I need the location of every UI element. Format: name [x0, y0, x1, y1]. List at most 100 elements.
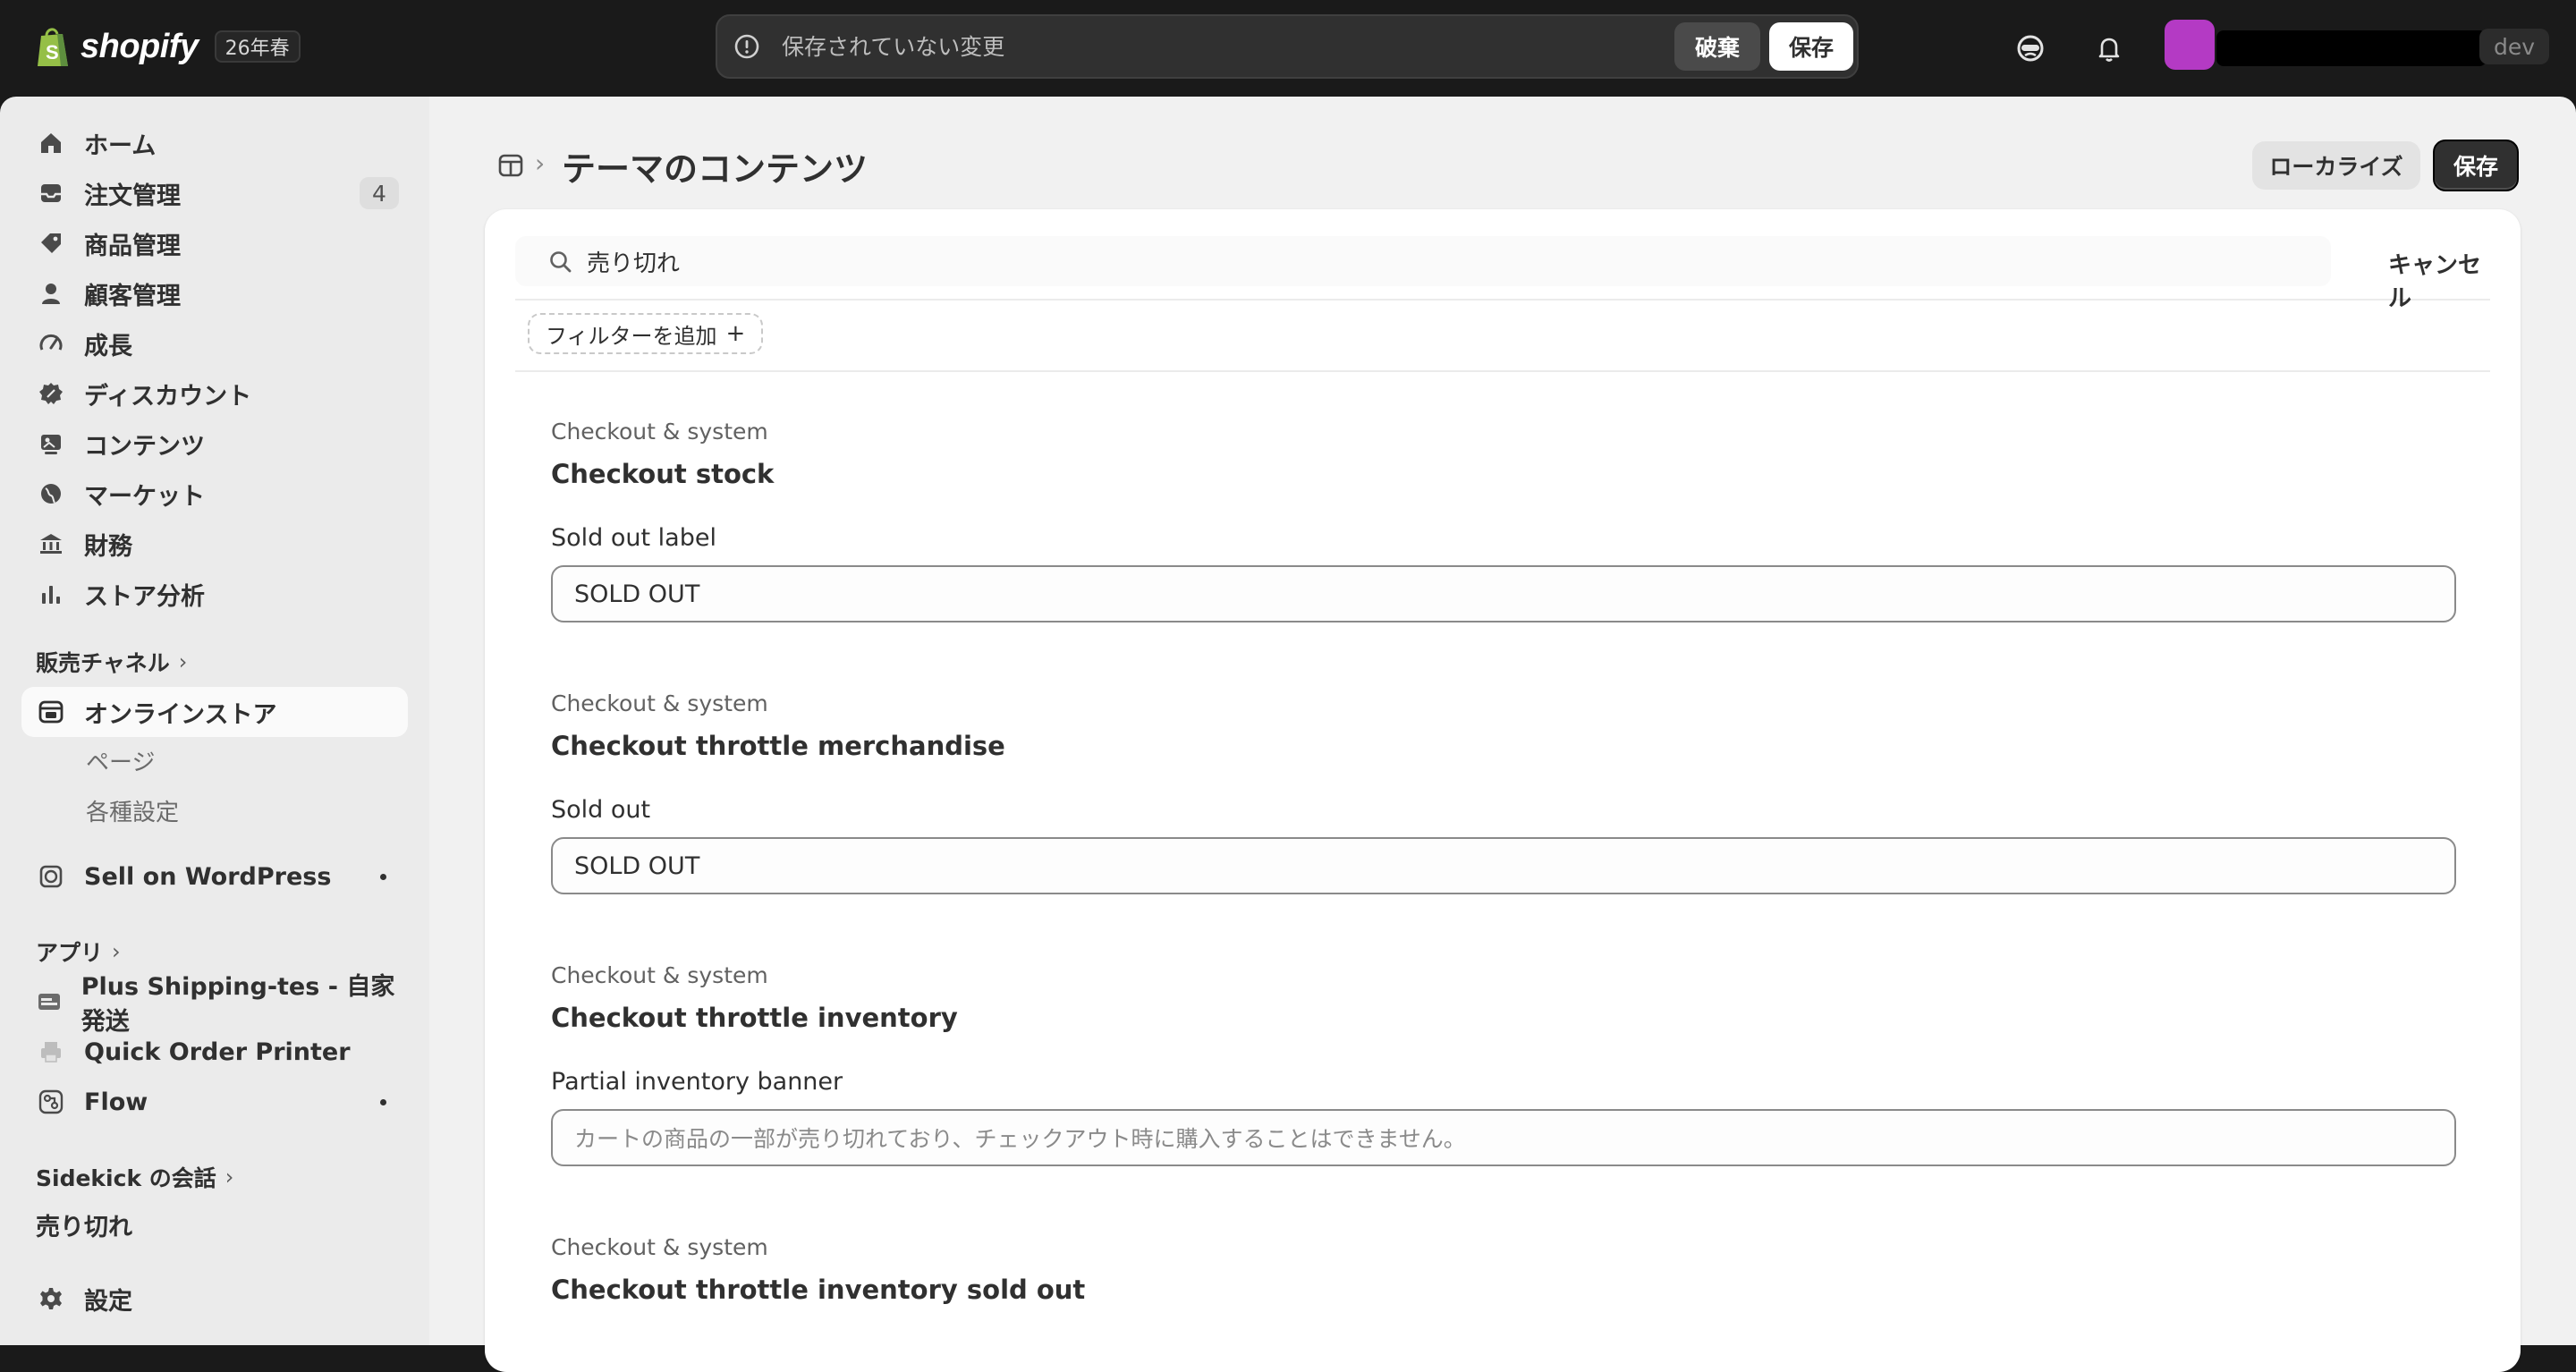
- translation-group: Checkout & system Checkout throttle inve…: [551, 1232, 2456, 1306]
- store-avatar[interactable]: [2165, 20, 2215, 70]
- discard-button[interactable]: 破棄: [1674, 22, 1760, 71]
- sidebar-item-settings[interactable]: 設定: [21, 1274, 408, 1324]
- sidekick-conversation-item[interactable]: 売り切れ: [36, 1207, 132, 1242]
- sidebar-item-home[interactable]: ホーム: [21, 118, 408, 168]
- main-content: › テーマのコンテンツ ローカライズ 保存 キャンセル フィルターを追加 +: [429, 97, 2576, 1372]
- translation-group: Checkout & system Checkout throttle inve…: [551, 961, 2456, 1166]
- group-title: Checkout throttle inventory: [551, 1003, 958, 1033]
- translation-group: Checkout & system Checkout throttle merc…: [551, 689, 2456, 894]
- translation-input[interactable]: SOLD OUT: [551, 837, 2456, 894]
- add-filter-button[interactable]: フィルターを追加 +: [528, 313, 764, 354]
- sidebar-app-flow[interactable]: Flow: [21, 1077, 408, 1127]
- unsaved-changes-text: 保存されていない変更: [782, 34, 1005, 60]
- sidebar-item-label: 顧客管理: [84, 282, 181, 310]
- sales-channels-header[interactable]: 販売チャネル ›: [36, 646, 187, 678]
- sidebar-item-label: ストア分析: [84, 582, 205, 611]
- shopify-wordmark: shopify: [80, 27, 199, 65]
- chevron-right-icon: ›: [178, 649, 188, 674]
- sidebar-item-finance[interactable]: 財務: [21, 519, 408, 569]
- save-button[interactable]: 保存: [1769, 22, 1853, 71]
- translation-input[interactable]: SOLD OUT: [551, 565, 2456, 622]
- group-category: Checkout & system: [551, 690, 768, 716]
- shopify-bag-icon: S: [36, 25, 72, 68]
- online-store-icon[interactable]: [497, 152, 524, 179]
- localize-button[interactable]: ローカライズ: [2252, 141, 2420, 190]
- discount-icon: [36, 378, 66, 409]
- content-icon: [36, 428, 66, 459]
- field-label: Sold out label: [551, 524, 716, 552]
- sidebar-subitem-pages[interactable]: ページ: [86, 744, 155, 777]
- sidebar-item-label: 設定: [84, 1287, 132, 1316]
- sidebar-app-quick-order-printer[interactable]: Quick Order Printer: [21, 1027, 408, 1077]
- field-label: Partial inventory banner: [551, 1068, 843, 1096]
- orders-count-badge: 4: [360, 177, 399, 209]
- add-filter-label: フィルターを追加: [546, 323, 717, 349]
- search-box[interactable]: [515, 236, 2331, 286]
- unread-dot: [380, 1099, 386, 1105]
- sidebar-item-sell-on-wordpress[interactable]: Sell on WordPress: [21, 851, 408, 902]
- group-category: Checkout & system: [551, 1234, 768, 1260]
- page-save-button[interactable]: 保存: [2433, 140, 2519, 191]
- wordpress-channel-icon: [36, 861, 66, 892]
- translation-group: Checkout & system Checkout stock Sold ou…: [551, 417, 2456, 622]
- sidebar-item-products[interactable]: 商品管理: [21, 218, 408, 268]
- sidekick-conversations-header[interactable]: Sidekick の会話 ›: [36, 1161, 233, 1193]
- edition-badge: 26年春: [214, 30, 301, 63]
- sidebar-item-label: Flow: [84, 1088, 148, 1116]
- tag-icon: [36, 228, 66, 258]
- sidebar-item-label: ホーム: [84, 131, 157, 160]
- sidebar-item-label: Quick Order Printer: [84, 1037, 351, 1066]
- sidebar-item-markets[interactable]: マーケット: [21, 469, 408, 519]
- bar-chart-icon: [36, 579, 66, 609]
- shopify-logo[interactable]: S shopify 26年春: [36, 21, 301, 72]
- inbox-icon: [36, 178, 66, 208]
- store-name-redacted[interactable]: [2216, 30, 2487, 66]
- sidebar-item-label: 商品管理: [84, 232, 181, 260]
- group-category: Checkout & system: [551, 962, 768, 988]
- storefront-icon: [36, 697, 66, 727]
- group-title: Checkout stock: [551, 459, 775, 489]
- apps-header[interactable]: アプリ ›: [36, 936, 121, 968]
- sidebar-item-label: 注文管理: [84, 182, 181, 210]
- sidebar-item-growth[interactable]: 成長: [21, 318, 408, 368]
- sidebar-app-plus-shipping[interactable]: Plus Shipping-tes - 自家発送: [21, 973, 408, 1036]
- plus-icon: +: [725, 320, 746, 347]
- sidebar-item-label: 財務: [84, 532, 132, 561]
- group-title: Checkout throttle inventory sold out: [551, 1275, 1086, 1305]
- translation-input[interactable]: カートの商品の一部が売り切れており、チェックアウト時に購入することはできません。: [551, 1109, 2456, 1166]
- apps-label: アプリ: [36, 940, 104, 966]
- sidebar-item-content[interactable]: コンテンツ: [21, 419, 408, 469]
- gauge-icon: [36, 328, 66, 359]
- chevron-right-icon: ›: [112, 939, 121, 964]
- globe-icon: [36, 479, 66, 509]
- breadcrumb-chevron-icon: ›: [535, 148, 546, 178]
- sidebar-item-label: オンラインストア: [84, 700, 277, 729]
- sidebar-item-discounts[interactable]: ディスカウント: [21, 368, 408, 419]
- search-input[interactable]: [587, 243, 2286, 279]
- group-title: Checkout throttle merchandise: [551, 731, 1005, 761]
- bell-icon[interactable]: [2091, 30, 2127, 66]
- sidebar-item-label: Sell on WordPress: [84, 862, 332, 891]
- home-icon: [36, 128, 66, 158]
- person-icon: [36, 278, 66, 309]
- sales-channels-label: 販売チャネル: [36, 650, 170, 676]
- chevron-right-icon: ›: [225, 1165, 234, 1190]
- filter-row: フィルターを追加 +: [515, 301, 2490, 372]
- sidebar-subitem-preferences[interactable]: 各種設定: [86, 794, 179, 827]
- sidebar-item-label: 成長: [84, 332, 132, 360]
- sidebar-item-online-store[interactable]: オンラインストア: [21, 687, 408, 737]
- sidekick-icon[interactable]: [2012, 30, 2048, 66]
- sidebar-item-customers[interactable]: 顧客管理: [21, 268, 408, 318]
- sidebar-item-label: コンテンツ: [84, 432, 205, 461]
- group-category: Checkout & system: [551, 419, 768, 445]
- sidebar-item-analytics[interactable]: ストア分析: [21, 569, 408, 619]
- sidebar-item-orders[interactable]: 注文管理 4: [21, 168, 408, 218]
- alert-icon: [733, 33, 760, 60]
- printer-app-icon: [36, 1037, 66, 1067]
- gear-icon: [36, 1283, 66, 1314]
- unread-dot: [380, 874, 386, 880]
- page-title: テーマのコンテンツ: [562, 149, 869, 189]
- flow-app-icon: [36, 1087, 66, 1117]
- shipping-app-icon: [36, 987, 64, 1017]
- search-row: キャンセル: [515, 231, 2490, 312]
